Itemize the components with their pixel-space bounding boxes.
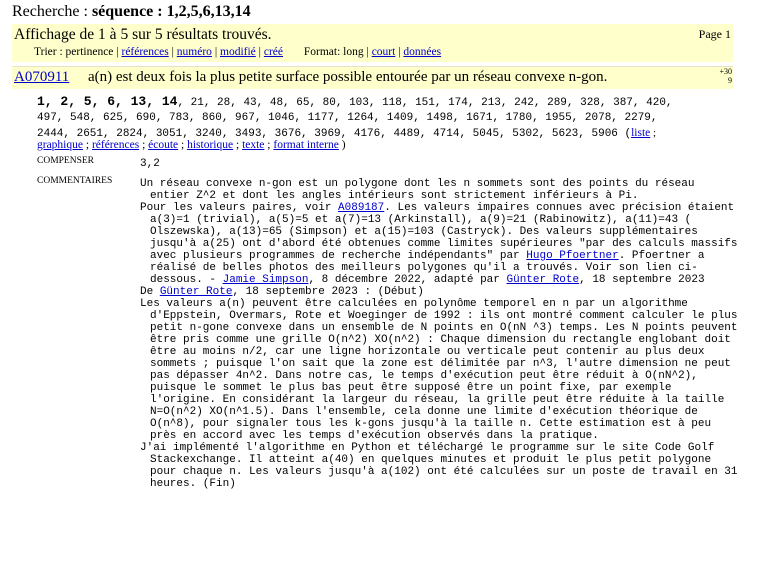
search-query: séquence : 1,2,5,6,13,14 xyxy=(91,3,251,20)
sort-references-link[interactable]: références xyxy=(121,46,168,58)
sort-options: Trier : pertinence | références | numéro… xyxy=(34,46,442,58)
results-bar: Affichage de 1 à 5 sur 5 résultats trouv… xyxy=(12,24,733,62)
sequence-terms: 1, 2, 5, 6, 13, 14, 21, 28, 43, 48, 65, … xyxy=(37,94,737,142)
sequence-line-2: 497, 548, 625, 690, 783, 860, 967, 1046,… xyxy=(37,112,658,124)
sequence-first-terms: 1, 2, 5, 6, 13, 14 xyxy=(37,94,178,109)
search-prefix: Recherche : xyxy=(12,3,92,20)
entry-header: A070911 a(n) est deux fois la plus petit… xyxy=(12,66,733,89)
votes-top: +30 xyxy=(719,67,732,76)
sequence-line-1: , 21, 28, 43, 48, 65, 80, 103, 118, 151,… xyxy=(177,97,673,109)
internal-format-link[interactable]: format interne xyxy=(273,139,338,151)
format-data-link[interactable]: données xyxy=(403,46,441,58)
history-link[interactable]: historique xyxy=(187,139,233,151)
comment-4: Les valeurs a(n) peuvent être calculées … xyxy=(140,298,738,442)
entry-votes: +30 9 xyxy=(719,67,732,85)
sort-modified-link[interactable]: modifié xyxy=(220,46,256,58)
text-link[interactable]: texte xyxy=(242,139,264,151)
comment-3-text-b: , 18 septembre 2023 : (Début) xyxy=(232,286,424,298)
gunter-rote-link-2[interactable]: Günter Rote xyxy=(160,286,233,298)
comment-5: J'ai implémenté l'algorithme en Python e… xyxy=(140,442,738,490)
sort-label: Trier : pertinence xyxy=(34,46,114,58)
search-heading: Recherche : séquence : 1,2,5,6,13,14 xyxy=(12,3,251,21)
offset-label: COMPENSER xyxy=(37,156,95,166)
comment-2-text-a: Pour les valeurs paires, voir xyxy=(140,202,332,214)
comment-3-text-a: De xyxy=(140,286,154,298)
votes-bottom: 9 xyxy=(728,76,732,85)
references-link[interactable]: références xyxy=(92,139,139,151)
sort-created-link[interactable]: créé xyxy=(264,46,283,58)
graph-link[interactable]: graphique xyxy=(37,139,83,151)
comment-2-text-d: , 8 décembre 2022, adapté par xyxy=(308,274,500,286)
comments-label: COMMENTAIRES xyxy=(37,176,113,186)
format-label: Format: long xyxy=(303,46,364,58)
listen-link[interactable]: écoute xyxy=(148,139,178,151)
comment-1: Un réseau convexe n-gon est un polygone … xyxy=(140,178,695,202)
entry-links: graphique ; références ; écoute ; histor… xyxy=(37,139,346,151)
results-count: Affichage de 1 à 5 sur 5 résultats trouv… xyxy=(14,26,272,43)
comment-2: Pour les valeurs paires, voir A089187. L… xyxy=(140,202,740,286)
format-short-link[interactable]: court xyxy=(372,46,396,58)
entry-name: a(n) est deux fois la plus petite surfac… xyxy=(88,69,608,85)
hugo-pfoertner-link[interactable]: Hugo Pfoertner xyxy=(526,250,618,262)
a089187-link[interactable]: A089187 xyxy=(338,202,384,214)
comment-3: De Günter Rote, 18 septembre 2023 : (Déb… xyxy=(140,286,740,298)
comment-2-text-e: , 18 septembre 2023 xyxy=(579,274,705,286)
offset-value: 3,2 xyxy=(140,158,160,170)
comments-body: Un réseau convexe n-gon est un polygone … xyxy=(140,178,740,490)
jamie-simpson-link[interactable]: Jamie Simpson xyxy=(223,274,309,286)
page-indicator: Page 1 xyxy=(698,27,731,41)
gunter-rote-link[interactable]: Günter Rote xyxy=(507,274,580,286)
entry-anum-link[interactable]: A070911 xyxy=(14,69,69,86)
sort-number-link[interactable]: numéro xyxy=(177,46,212,58)
list-link[interactable]: liste xyxy=(631,127,650,139)
